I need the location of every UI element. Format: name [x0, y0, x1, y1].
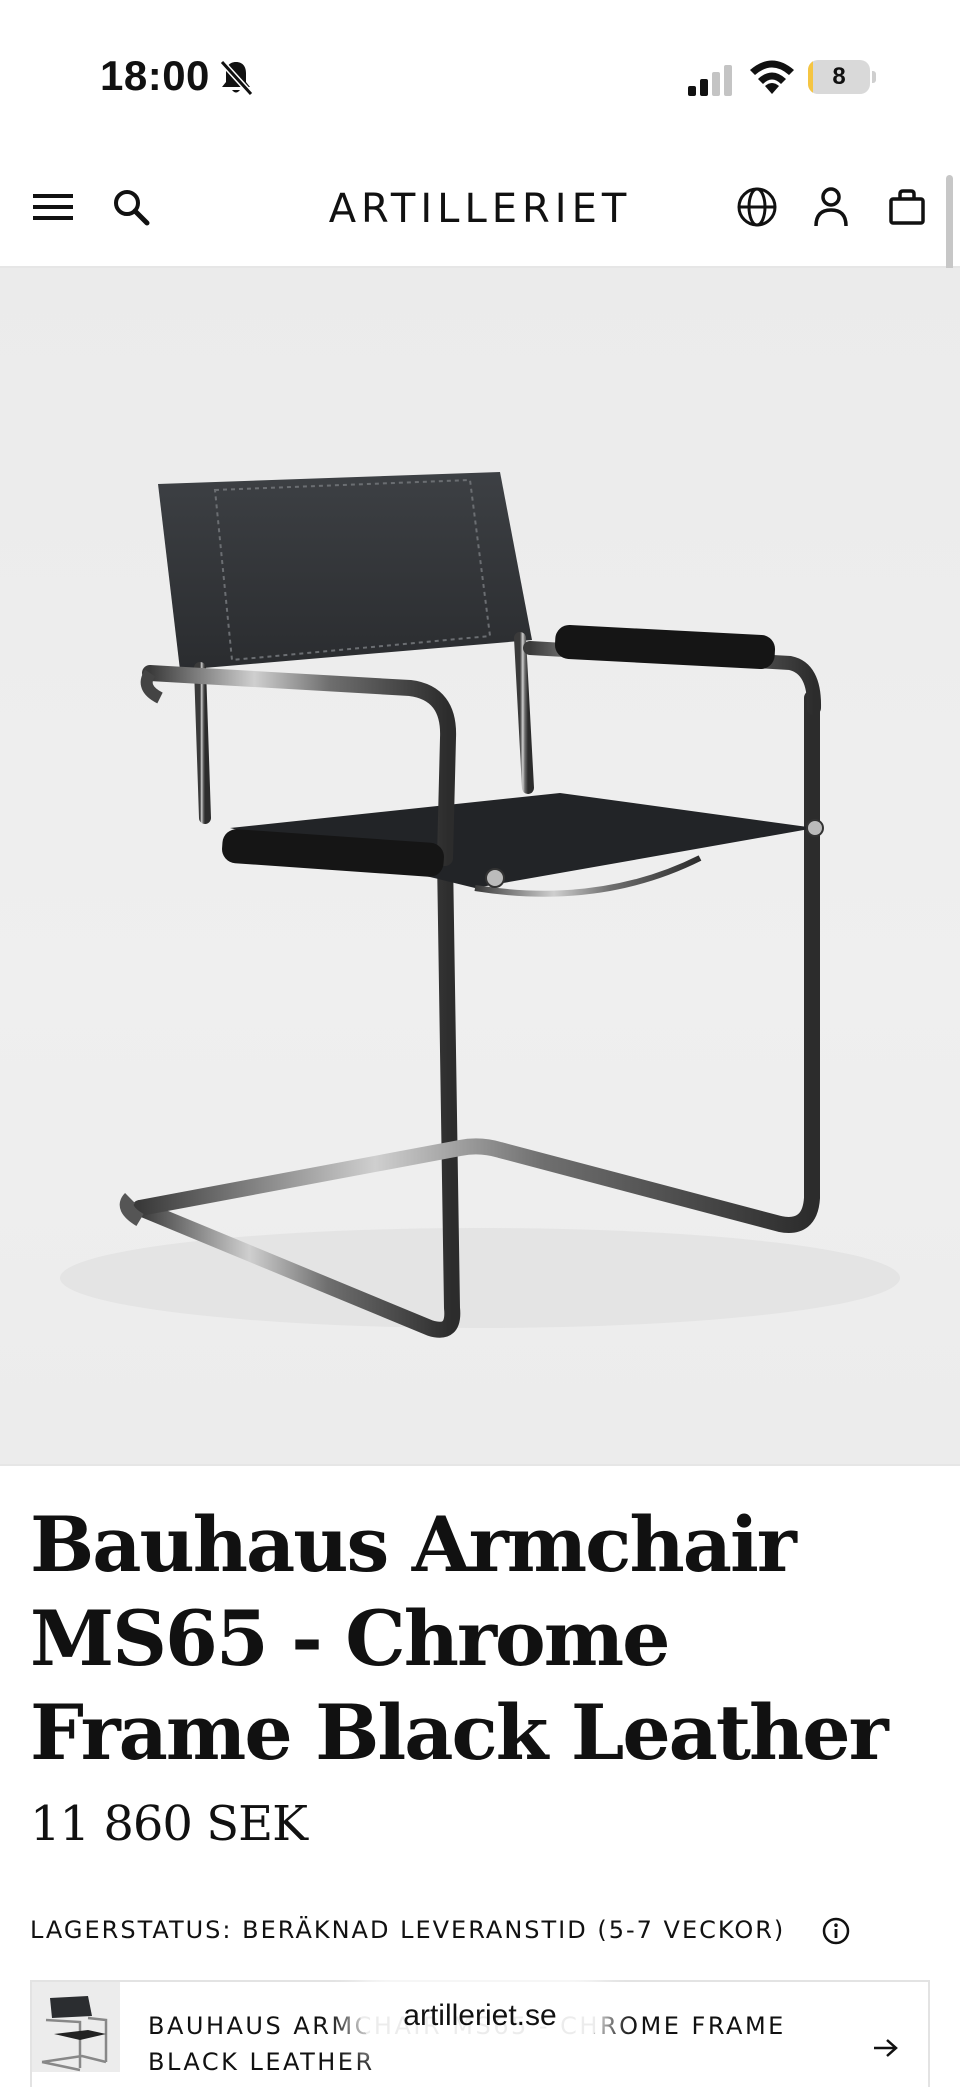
account-icon[interactable]: [808, 184, 854, 230]
bell-muted-icon: [219, 59, 254, 97]
arrow-right-icon: [874, 2039, 898, 2057]
browser-url-bar[interactable]: artilleriet.se: [360, 1986, 600, 2046]
site-header: ARTILLERIET: [0, 150, 960, 268]
battery-level: 8: [832, 63, 846, 90]
battery-indicator: 8: [808, 60, 876, 94]
cellular-signal-icon: [688, 65, 732, 96]
product-title: Bauhaus Armchair MS65 - Chrome Frame Bla…: [30, 1500, 889, 1777]
globe-icon[interactable]: [734, 184, 780, 230]
status-bar: 18:00 8: [0, 0, 960, 150]
chair-image: [60, 472, 900, 1338]
variant-thumbnail: [32, 1982, 120, 2072]
wifi-icon: [750, 60, 794, 94]
battery-cap: [872, 71, 876, 83]
product-price: 11 860 SEK: [30, 1796, 308, 1852]
cart-icon[interactable]: [884, 184, 930, 230]
hero-divider: [0, 1464, 960, 1466]
battery-body: 8: [808, 60, 870, 94]
status-time: 18:00: [100, 52, 210, 99]
info-icon[interactable]: [822, 1917, 850, 1945]
product-image[interactable]: [0, 268, 960, 1464]
stock-status: LAGERSTATUS: BERÄKNAD LEVERANSTID (5-7 V…: [30, 1916, 786, 1944]
